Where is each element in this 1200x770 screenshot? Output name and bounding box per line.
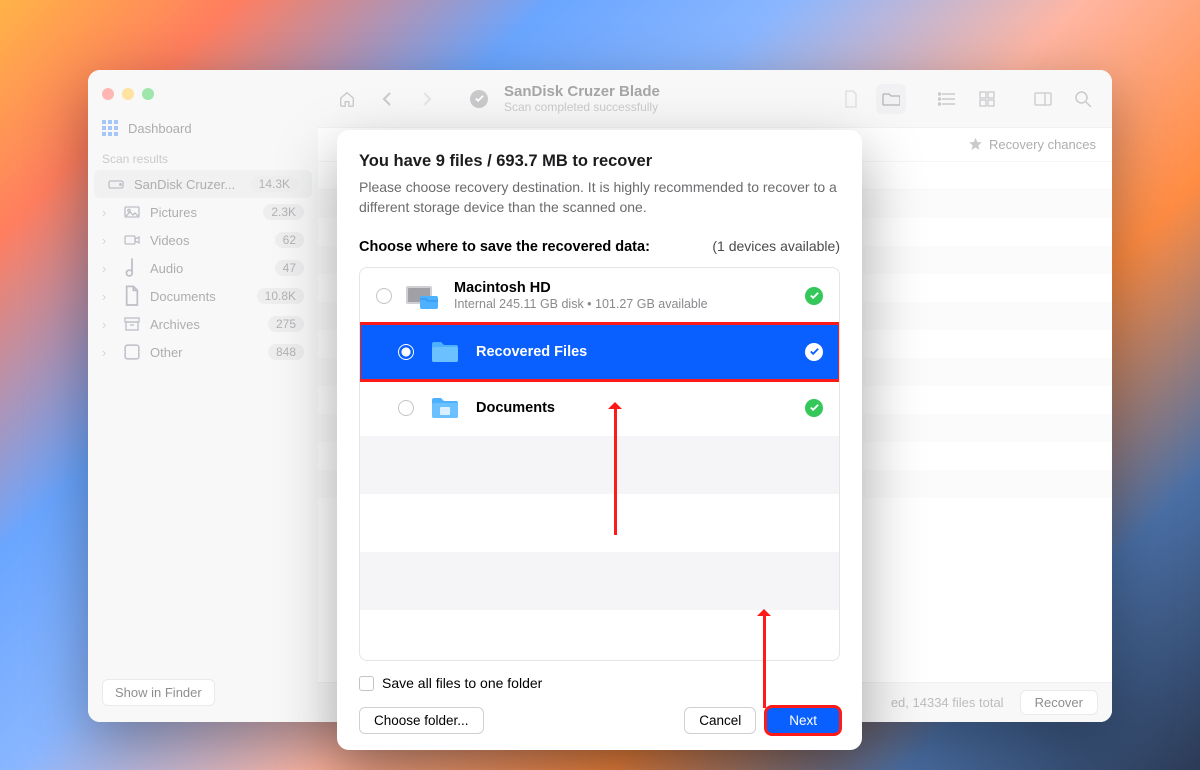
list-spacer (360, 436, 839, 494)
annotation-arrow-icon (763, 612, 766, 708)
destination-macintosh-hd[interactable]: Macintosh HD Internal 245.11 GB disk • 1… (360, 268, 839, 324)
destination-name: Macintosh HD (454, 280, 791, 296)
cancel-button[interactable]: Cancel (684, 707, 756, 734)
recovery-destination-dialog: You have 9 files / 693.7 MB to recover P… (337, 130, 862, 750)
destination-name: Recovered Files (476, 344, 791, 360)
check-ok-icon (805, 287, 823, 305)
list-spacer (360, 494, 839, 552)
save-all-label: Save all files to one folder (382, 675, 542, 691)
destination-documents[interactable]: Documents (360, 380, 839, 436)
check-ok-icon (805, 399, 823, 417)
save-all-row[interactable]: Save all files to one folder (359, 675, 840, 691)
annotation-arrow-icon (614, 405, 617, 535)
dialog-description: Please choose recovery destination. It i… (359, 177, 840, 218)
radio-icon[interactable] (398, 344, 414, 360)
choose-folder-button[interactable]: Choose folder... (359, 707, 484, 734)
next-button[interactable]: Next (766, 707, 840, 734)
choose-label: Choose where to save the recovered data: (359, 239, 650, 255)
check-ok-icon (805, 343, 823, 361)
folder-icon (428, 394, 462, 422)
radio-icon[interactable] (398, 400, 414, 416)
hdd-icon (406, 282, 440, 310)
destination-recovered-files[interactable]: Recovered Files (360, 324, 839, 380)
list-spacer (360, 552, 839, 610)
radio-icon[interactable] (376, 288, 392, 304)
folder-icon (428, 338, 462, 366)
devices-available: (1 devices available) (712, 238, 840, 254)
checkbox-icon[interactable] (359, 676, 374, 691)
destination-name: Documents (476, 400, 791, 416)
dialog-title: You have 9 files / 693.7 MB to recover (359, 152, 840, 171)
destination-meta: Internal 245.11 GB disk • 101.27 GB avai… (454, 297, 791, 311)
